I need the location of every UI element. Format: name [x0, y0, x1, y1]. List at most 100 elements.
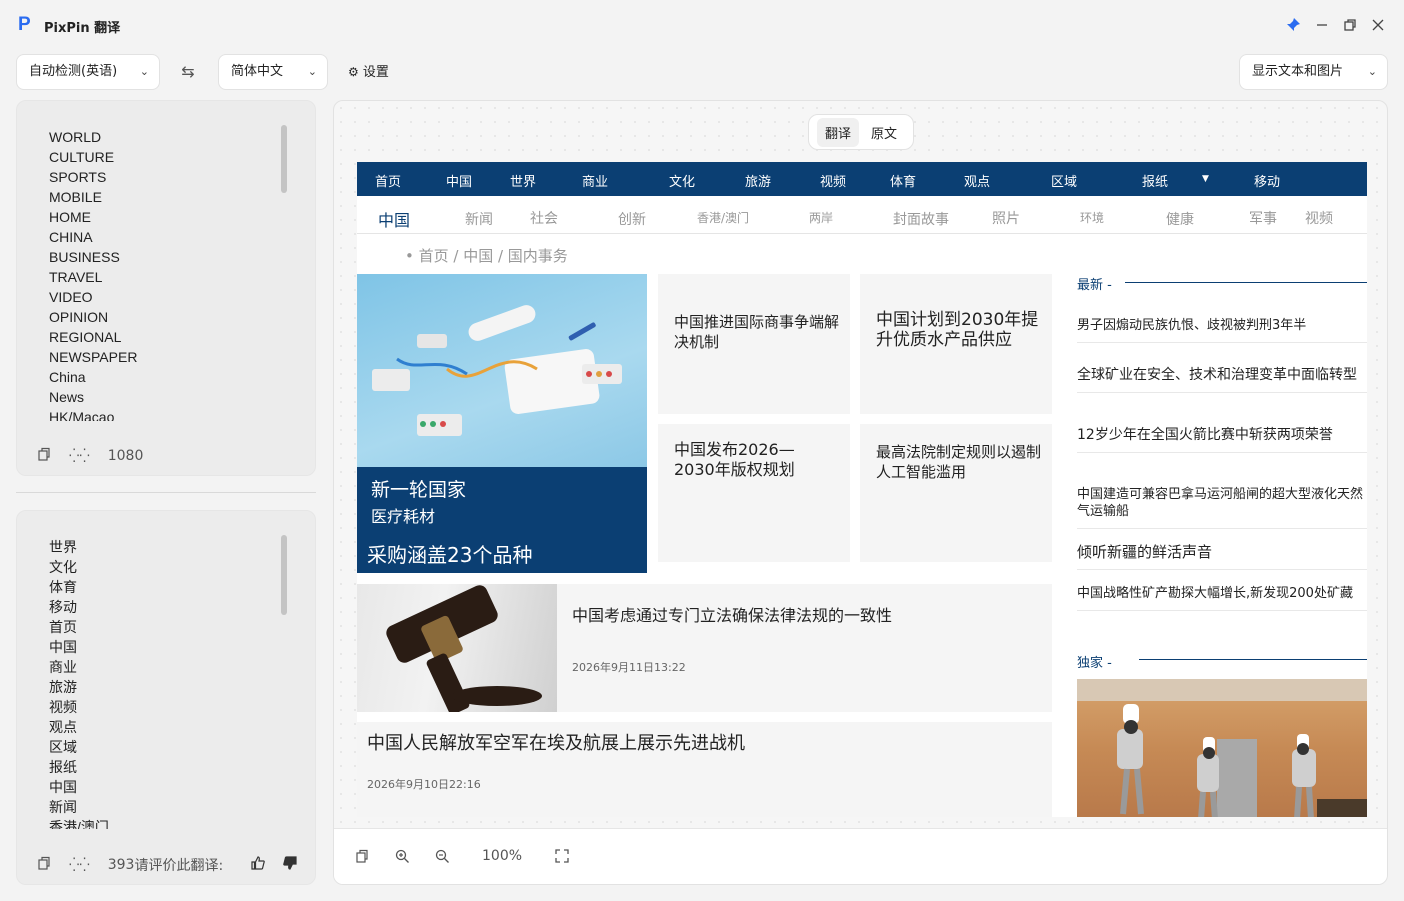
speak-icon[interactable]: ⁛⁛	[69, 858, 90, 873]
latest-item: 男子因煽动民族仇恨、歧视被判刑3年半	[1077, 317, 1367, 343]
site-subnav-item: 社会	[530, 211, 558, 227]
robot-chefs-photo	[1077, 679, 1367, 817]
pin-icon[interactable]	[1285, 17, 1301, 33]
text-line: HOME	[49, 209, 91, 225]
text-line: 区域	[49, 739, 77, 755]
site-nav-item: 视频	[820, 175, 847, 190]
news-card: 中国发布2026—2030年版权规划	[658, 424, 850, 562]
copy-icon[interactable]	[37, 856, 51, 874]
hero-caption: 新一轮国家 医疗耗材 采购涵盖23个品种	[357, 467, 647, 573]
display-mode-select[interactable]: 显示文本和图片 ⌄	[1239, 54, 1388, 90]
restore-icon[interactable]	[1342, 17, 1358, 33]
text-line: 体育	[49, 579, 77, 595]
latest-item: 中国战略性矿产勘探大幅增长,新发现200处矿藏	[1077, 585, 1367, 611]
image-viewer[interactable]: 翻译 原文 首页 中国 世界 商业 文化 旅游 视频 体育 观点 区域 报纸 移动 ▼ 中国 新闻 社会 创新…	[333, 100, 1388, 885]
news-card-title: 中国人民解放军空军在埃及航展上展示先进战机	[367, 733, 745, 754]
site-subnav-item: 封面故事	[893, 212, 949, 228]
text-line: VIDEO	[49, 289, 93, 305]
source-text-panel[interactable]: WORLD CULTURE SPORTS MOBILE HOME CHINA BUSINES…	[16, 100, 316, 476]
translation-char-count: 393	[107, 857, 135, 873]
site-nav-item: 区域	[1051, 175, 1078, 190]
swap-languages-icon[interactable]: ⇆	[178, 62, 198, 82]
site-subnav-item: 新闻	[465, 212, 493, 228]
news-card-title: 中国推进国际商事争端解决机制	[674, 313, 840, 351]
site-nav-item: 中国	[446, 175, 473, 190]
latest-item: 中国建造可兼容巴拿马运河船闸的超大型液化天然气运输船	[1077, 486, 1367, 529]
text-line: CULTURE	[49, 149, 115, 165]
text-line: 首页	[49, 619, 77, 635]
close-icon[interactable]	[1370, 17, 1386, 33]
site-nav-item: 商业	[582, 175, 609, 190]
translated-webpage-image: 首页 中国 世界 商业 文化 旅游 视频 体育 观点 区域 报纸 移动 ▼ 中国 新闻 社会 创新 香港/澳门两…	[357, 162, 1367, 817]
site-nav-item: 观点	[964, 175, 991, 190]
text-line: China	[49, 369, 86, 385]
site-nav-item: 世界	[510, 175, 537, 190]
text-line: 文化	[49, 559, 77, 575]
text-line: 报纸	[49, 759, 77, 775]
target-language-select[interactable]: 简体中文 ⌄	[218, 54, 328, 90]
zoom-in-icon[interactable]	[395, 849, 410, 868]
exclusive-heading: 独家 -	[1077, 656, 1112, 671]
hero-line-2: 医疗耗材	[371, 507, 436, 526]
translation-scrollbar[interactable]	[281, 535, 287, 615]
source-language-label: 自动检测(英语)	[29, 64, 118, 79]
settings-label: 设置	[362, 65, 389, 80]
rate-label: 请评价此翻译:	[134, 858, 224, 874]
site-subnav-item: 两岸	[809, 211, 834, 225]
copy-image-icon[interactable]	[355, 849, 369, 867]
text-line: 中国	[49, 639, 77, 655]
text-line: TRAVEL	[49, 269, 103, 285]
thumbs-down-icon[interactable]	[283, 856, 297, 874]
site-nav-secondary-bar	[357, 198, 1367, 234]
site-nav-item: 报纸	[1142, 175, 1169, 190]
news-card-date: 2026年9月11日13:22	[572, 661, 686, 674]
source-char-count: 1080	[107, 448, 144, 464]
caret-down-icon: ▼	[1202, 174, 1209, 184]
site-nav-item: 文化	[669, 175, 696, 190]
text-line: NEWSPAPER	[49, 349, 138, 365]
text-line: BUSINESS	[49, 249, 120, 265]
site-subnav-item: 香港/澳门	[697, 211, 750, 225]
text-line: 观点	[49, 719, 77, 735]
text-line: 旅游	[49, 679, 77, 695]
target-language-label: 简体中文	[231, 64, 284, 79]
tab-translation[interactable]: 翻译	[816, 117, 859, 147]
text-line: 移动	[49, 599, 77, 615]
text-line: News	[49, 389, 85, 405]
thumbs-up-icon[interactable]	[251, 856, 265, 874]
chevron-down-icon: ⌄	[139, 65, 149, 78]
source-panel-footer: ⁛⁛ 1080	[37, 447, 143, 465]
settings-button[interactable]: ⚙ 设置	[348, 62, 389, 82]
source-text-area[interactable]: WORLD CULTURE SPORTS MOBILE HOME CHINA BUSINES…	[49, 127, 279, 421]
news-card-date: 2026年9月10日22:16	[367, 778, 481, 791]
text-line: SPORTS	[49, 169, 107, 185]
speak-icon[interactable]: ⁛⁛	[69, 449, 90, 464]
site-nav-item: 旅游	[745, 175, 772, 190]
news-card-title: 中国考虑通过专门立法确保法律法规的一致性	[572, 606, 893, 625]
fit-screen-icon[interactable]	[555, 849, 569, 867]
latest-heading-rule	[1125, 282, 1367, 283]
source-scrollbar[interactable]	[281, 125, 287, 193]
sliders-icon: ⚙	[348, 65, 359, 79]
copy-icon[interactable]	[37, 447, 51, 465]
text-line: CHINA	[49, 229, 93, 245]
chevron-down-icon: ⌄	[307, 65, 317, 78]
news-card-title: 中国发布2026—2030年版权规划	[674, 440, 795, 479]
site-subnav-item: 军事	[1249, 211, 1277, 227]
text-line: 商业	[49, 659, 77, 675]
translation-text-area[interactable]: 世界 文化 体育 移动 首页 中国 商业 旅游 视频 观点 区域 报纸 中国 新闻 香港/澳门	[49, 537, 279, 829]
source-language-select[interactable]: 自动检测(英语) ⌄	[16, 54, 160, 90]
text-line: 香港/澳门	[49, 819, 109, 829]
panel-divider	[16, 492, 316, 493]
hero-line-3: 采购涵盖23个品种	[367, 543, 533, 567]
latest-item: 倾听新疆的鲜活声音	[1077, 544, 1367, 570]
minimize-icon[interactable]	[1314, 17, 1330, 33]
site-breadcrumb: • 首页 / 中国 / 国内事务	[405, 247, 568, 265]
translation-text-panel[interactable]: 世界 文化 体育 移动 首页 中国 商业 旅游 视频 观点 区域 报纸 中国 新闻 香港/澳门 ⁛⁛ 393…	[16, 510, 316, 885]
hero-line-1: 新一轮国家	[371, 479, 467, 501]
chevron-down-icon: ⌄	[1367, 65, 1377, 78]
zoom-out-icon[interactable]	[435, 849, 450, 868]
medical-supplies-photo	[357, 274, 647, 467]
site-subnav-item: 视频	[1305, 211, 1333, 227]
tab-original[interactable]: 原文	[863, 118, 905, 147]
